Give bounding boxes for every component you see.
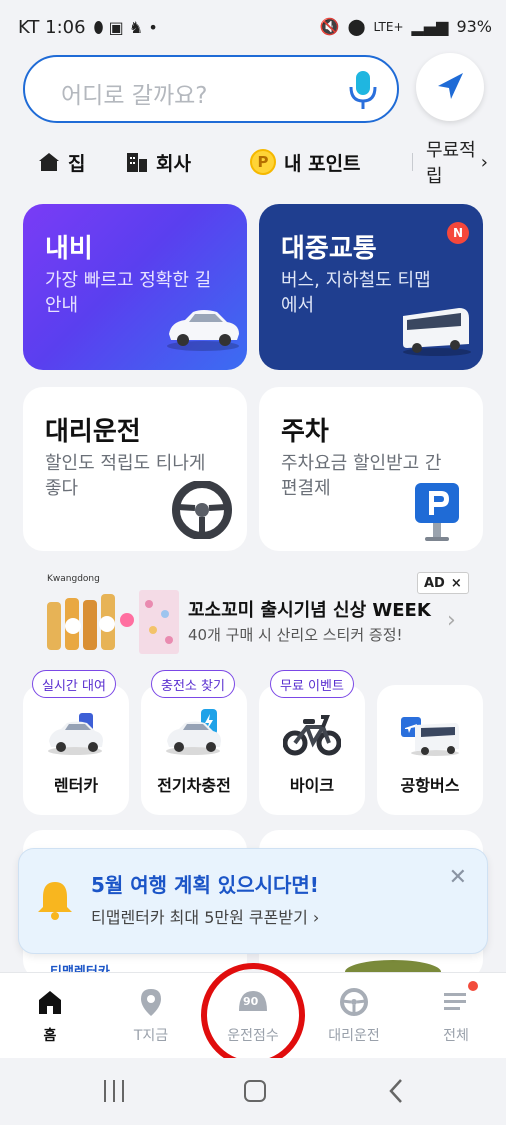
home-button[interactable] <box>244 1080 266 1102</box>
service-label: 바이크 <box>289 776 335 795</box>
recent-apps-button[interactable] <box>104 1080 124 1102</box>
carrier-time: KT 1:06 <box>18 17 86 38</box>
bike-icon <box>283 715 341 756</box>
steering-wheel-icon <box>340 988 368 1016</box>
ev-charging-icon <box>166 709 221 755</box>
status-bar: KT 1:06 ⬮ ▣ ♞ • 🔇 ⬤ LTE+ ▂▄▆ 93% <box>0 0 506 56</box>
card-title: 주차 <box>281 417 329 447</box>
tab-driving-score[interactable]: 90 운전점수 <box>203 973 303 1059</box>
my-points-shortcut[interactable]: P 내 포인트 <box>250 145 361 179</box>
battery-level: 93% <box>456 17 492 36</box>
ad-banner[interactable]: Kwangdong 꼬소꼬미 출시기념 신상 WEEK 40개 구매 시 산리오… <box>23 572 483 662</box>
bell-icon <box>38 882 72 920</box>
back-button[interactable] <box>388 1078 404 1104</box>
search-placeholder: 어디로 갈까요? <box>61 83 208 109</box>
home-icon <box>39 991 61 1014</box>
mic-icon[interactable] <box>347 69 379 111</box>
product-image <box>47 590 179 654</box>
card-title: 대중교통 <box>281 234 377 264</box>
tab-label: 운전점수 <box>227 1028 279 1044</box>
network-label: LTE+ <box>373 19 404 34</box>
parking-card[interactable]: 주차 주차요금 할인받고 간편결제 <box>259 387 483 551</box>
new-badge: N <box>447 222 469 244</box>
tab-all[interactable]: 전체 <box>406 973 506 1059</box>
bus-icon <box>403 308 471 356</box>
parking-sign-icon <box>415 483 459 541</box>
points-label: 내 포인트 <box>284 152 361 175</box>
service-airport-bus[interactable]: 공항버스 <box>377 685 483 815</box>
steering-wheel-icon <box>172 481 232 539</box>
tab-label: T지금 <box>133 1028 169 1044</box>
location-icon: ⬤ <box>347 17 366 36</box>
mute-icon: 🔇 <box>319 17 340 36</box>
house-icon <box>39 153 59 171</box>
promo-title: 5월 여행 계획 있으시다면! <box>91 873 319 897</box>
close-icon[interactable]: × <box>451 576 462 591</box>
work-label: 회사 <box>156 152 191 175</box>
service-label: 공항버스 <box>400 776 460 795</box>
ad-subtitle: 40개 구매 시 산리오 스티커 증정! <box>188 626 403 644</box>
designated-driver-card[interactable]: 대리운전 할인도 적립도 티나게 좋다 <box>23 387 247 551</box>
map-pin-icon <box>141 989 161 1016</box>
rental-car-icon <box>48 713 103 755</box>
ad-title: 꼬소꼬미 출시기념 신상 WEEK <box>188 600 431 621</box>
free-earn-label: 무료적립 <box>426 140 476 187</box>
airport-bus-icon <box>401 717 459 756</box>
find-charger-pill: 충전소 찾기 <box>151 670 235 698</box>
bottom-navigation: 홈 T지금 90 운전점수 대리운전 전체 <box>0 972 506 1058</box>
ad-label: AD <box>424 575 445 591</box>
notification-dot <box>468 981 478 991</box>
service-ev-charging[interactable]: 전기차충전 <box>141 685 247 815</box>
close-icon[interactable]: ✕ <box>449 865 467 890</box>
tab-designated-driver[interactable]: 대리운전 <box>304 973 404 1059</box>
navigation-card[interactable]: 내비 가장 빠르고 정확한 길안내 <box>23 204 247 370</box>
chevron-right-icon: › <box>480 151 488 173</box>
tab-tnow[interactable]: T지금 <box>101 973 201 1059</box>
divider <box>412 153 413 171</box>
ad-brand: Kwangdong <box>47 574 100 584</box>
card-title: 내비 <box>45 234 93 264</box>
home-shortcut[interactable]: 집 <box>38 145 85 179</box>
current-location-button[interactable] <box>416 53 484 121</box>
tab-label: 전체 <box>443 1028 469 1044</box>
service-rental-car[interactable]: 렌터카 <box>23 685 129 815</box>
notification-icons: ⬮ ▣ ♞ • <box>93 17 158 37</box>
points-coin-icon: P <box>250 149 276 175</box>
search-bar[interactable]: 어디로 갈까요? <box>23 55 399 123</box>
tab-home[interactable]: 홈 <box>0 973 100 1059</box>
system-navigation-bar <box>0 1058 506 1125</box>
tab-label: 대리운전 <box>328 1028 380 1044</box>
public-transit-card[interactable]: 대중교통 버스, 지하철도 티맵에서 N <box>259 204 483 370</box>
car-icon <box>167 310 239 351</box>
free-earn-link[interactable]: 무료적립 › <box>426 140 488 187</box>
work-shortcut[interactable]: 회사 <box>126 145 191 179</box>
signal-icon: ▂▄▆ <box>411 17 449 36</box>
service-label: 전기차충전 <box>157 776 231 795</box>
score-value: 90 <box>243 995 259 1008</box>
building-icon <box>127 153 147 172</box>
service-label: 렌터카 <box>53 776 99 795</box>
tab-label: 홈 <box>43 1028 57 1044</box>
service-bike[interactable]: 바이크 <box>259 685 365 815</box>
promo-banner[interactable]: 5월 여행 계획 있으시다면! 티맵렌터카 최대 5만원 쿠폰받기 › ✕ <box>18 848 488 954</box>
chevron-right-icon[interactable]: › <box>447 608 456 633</box>
realtime-rental-pill: 실시간 대여 <box>32 670 116 698</box>
card-title: 대리운전 <box>45 417 141 447</box>
free-event-pill: 무료 이벤트 <box>270 670 354 698</box>
navigation-arrow-icon <box>438 73 463 99</box>
promo-subtitle[interactable]: 티맵렌터카 최대 5만원 쿠폰받기 › <box>91 904 319 928</box>
ad-tag[interactable]: AD × <box>417 572 469 594</box>
quick-links: 집 회사 P 내 포인트 무료적립 › <box>38 140 488 187</box>
menu-icon <box>444 993 466 1010</box>
home-label: 집 <box>68 152 86 175</box>
